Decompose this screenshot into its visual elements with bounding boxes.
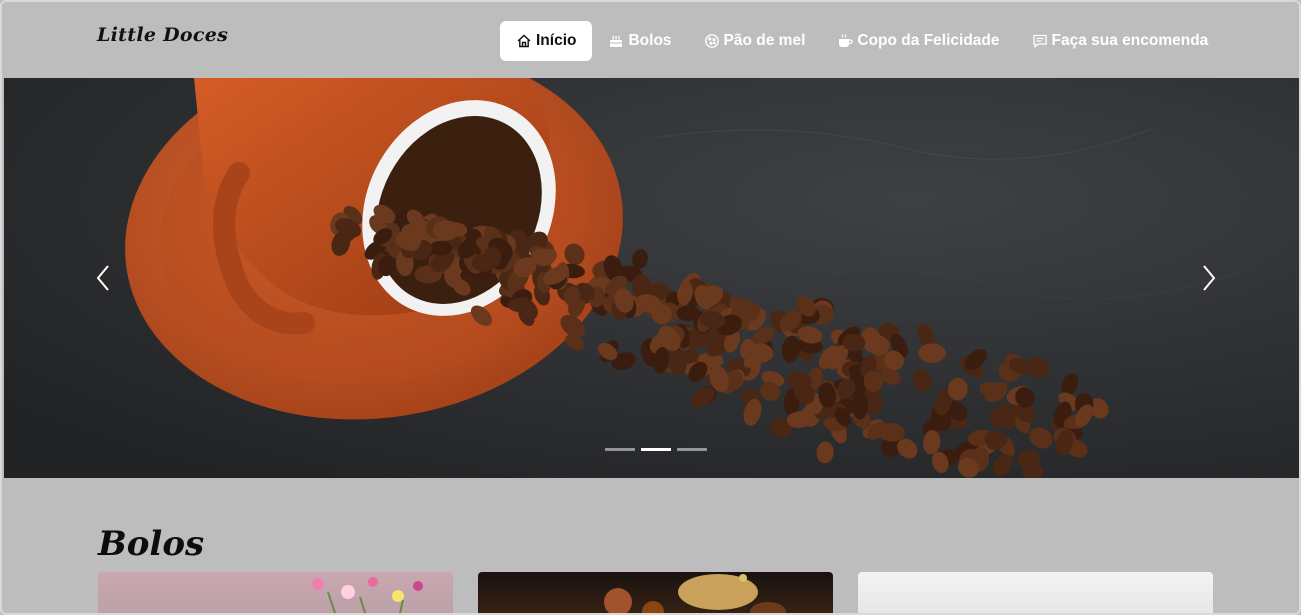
nav-item-label: Bolos <box>628 32 672 49</box>
product-card[interactable] <box>478 572 833 613</box>
cup-icon <box>839 34 854 47</box>
section-title: Bolos <box>98 524 205 564</box>
card-image <box>604 574 786 613</box>
coffee-bean <box>507 297 533 313</box>
nav-item-label: Pão de mel <box>723 32 806 49</box>
nav-item-encomenda[interactable]: Faça sua encomenda <box>1016 21 1225 61</box>
nav-item-copo-da-felicidade[interactable]: Copo da Felicidade <box>821 21 1015 61</box>
carousel-indicator[interactable] <box>677 448 707 451</box>
card-image <box>858 572 1213 615</box>
carousel-prev-button[interactable] <box>88 258 118 298</box>
nav-item-bolos[interactable]: Bolos <box>592 21 687 61</box>
card-image <box>312 577 423 613</box>
carousel-next-button[interactable] <box>1194 258 1224 298</box>
product-card[interactable] <box>858 572 1213 615</box>
coffee-bean <box>483 247 502 268</box>
carousel-indicator[interactable] <box>605 448 635 451</box>
coffee-slide-image <box>4 78 1299 478</box>
navbar: Little Doces Início Bolos Pão de mel Cop… <box>2 2 1299 78</box>
browser-frame: Little Doces Início Bolos Pão de mel Cop… <box>0 0 1301 615</box>
cake-icon <box>610 36 623 47</box>
nav-item-inicio[interactable]: Início <box>500 21 593 61</box>
nav-item-pao-de-mel[interactable]: Pão de mel <box>688 21 822 61</box>
brand-logo[interactable]: Little Doces <box>97 24 228 46</box>
hero-carousel <box>4 78 1299 478</box>
carousel-indicator-active[interactable] <box>641 448 671 451</box>
coffee-bean <box>918 343 946 363</box>
coffee-bean <box>984 430 1005 447</box>
home-icon <box>517 34 531 48</box>
product-card[interactable] <box>98 572 453 613</box>
cookie-icon <box>704 34 719 48</box>
chat-icon <box>1032 34 1047 49</box>
chevron-left-icon <box>96 265 109 291</box>
nav-item-label: Faça sua encomenda <box>1051 32 1209 49</box>
chevron-right-icon <box>1203 265 1216 291</box>
nav-item-label: Início <box>536 32 577 49</box>
carousel-indicators <box>605 448 707 451</box>
nav-item-label: Copo da Felicidade <box>857 32 1000 49</box>
main-nav: Início Bolos Pão de mel Copo da Felicida… <box>500 21 1224 61</box>
